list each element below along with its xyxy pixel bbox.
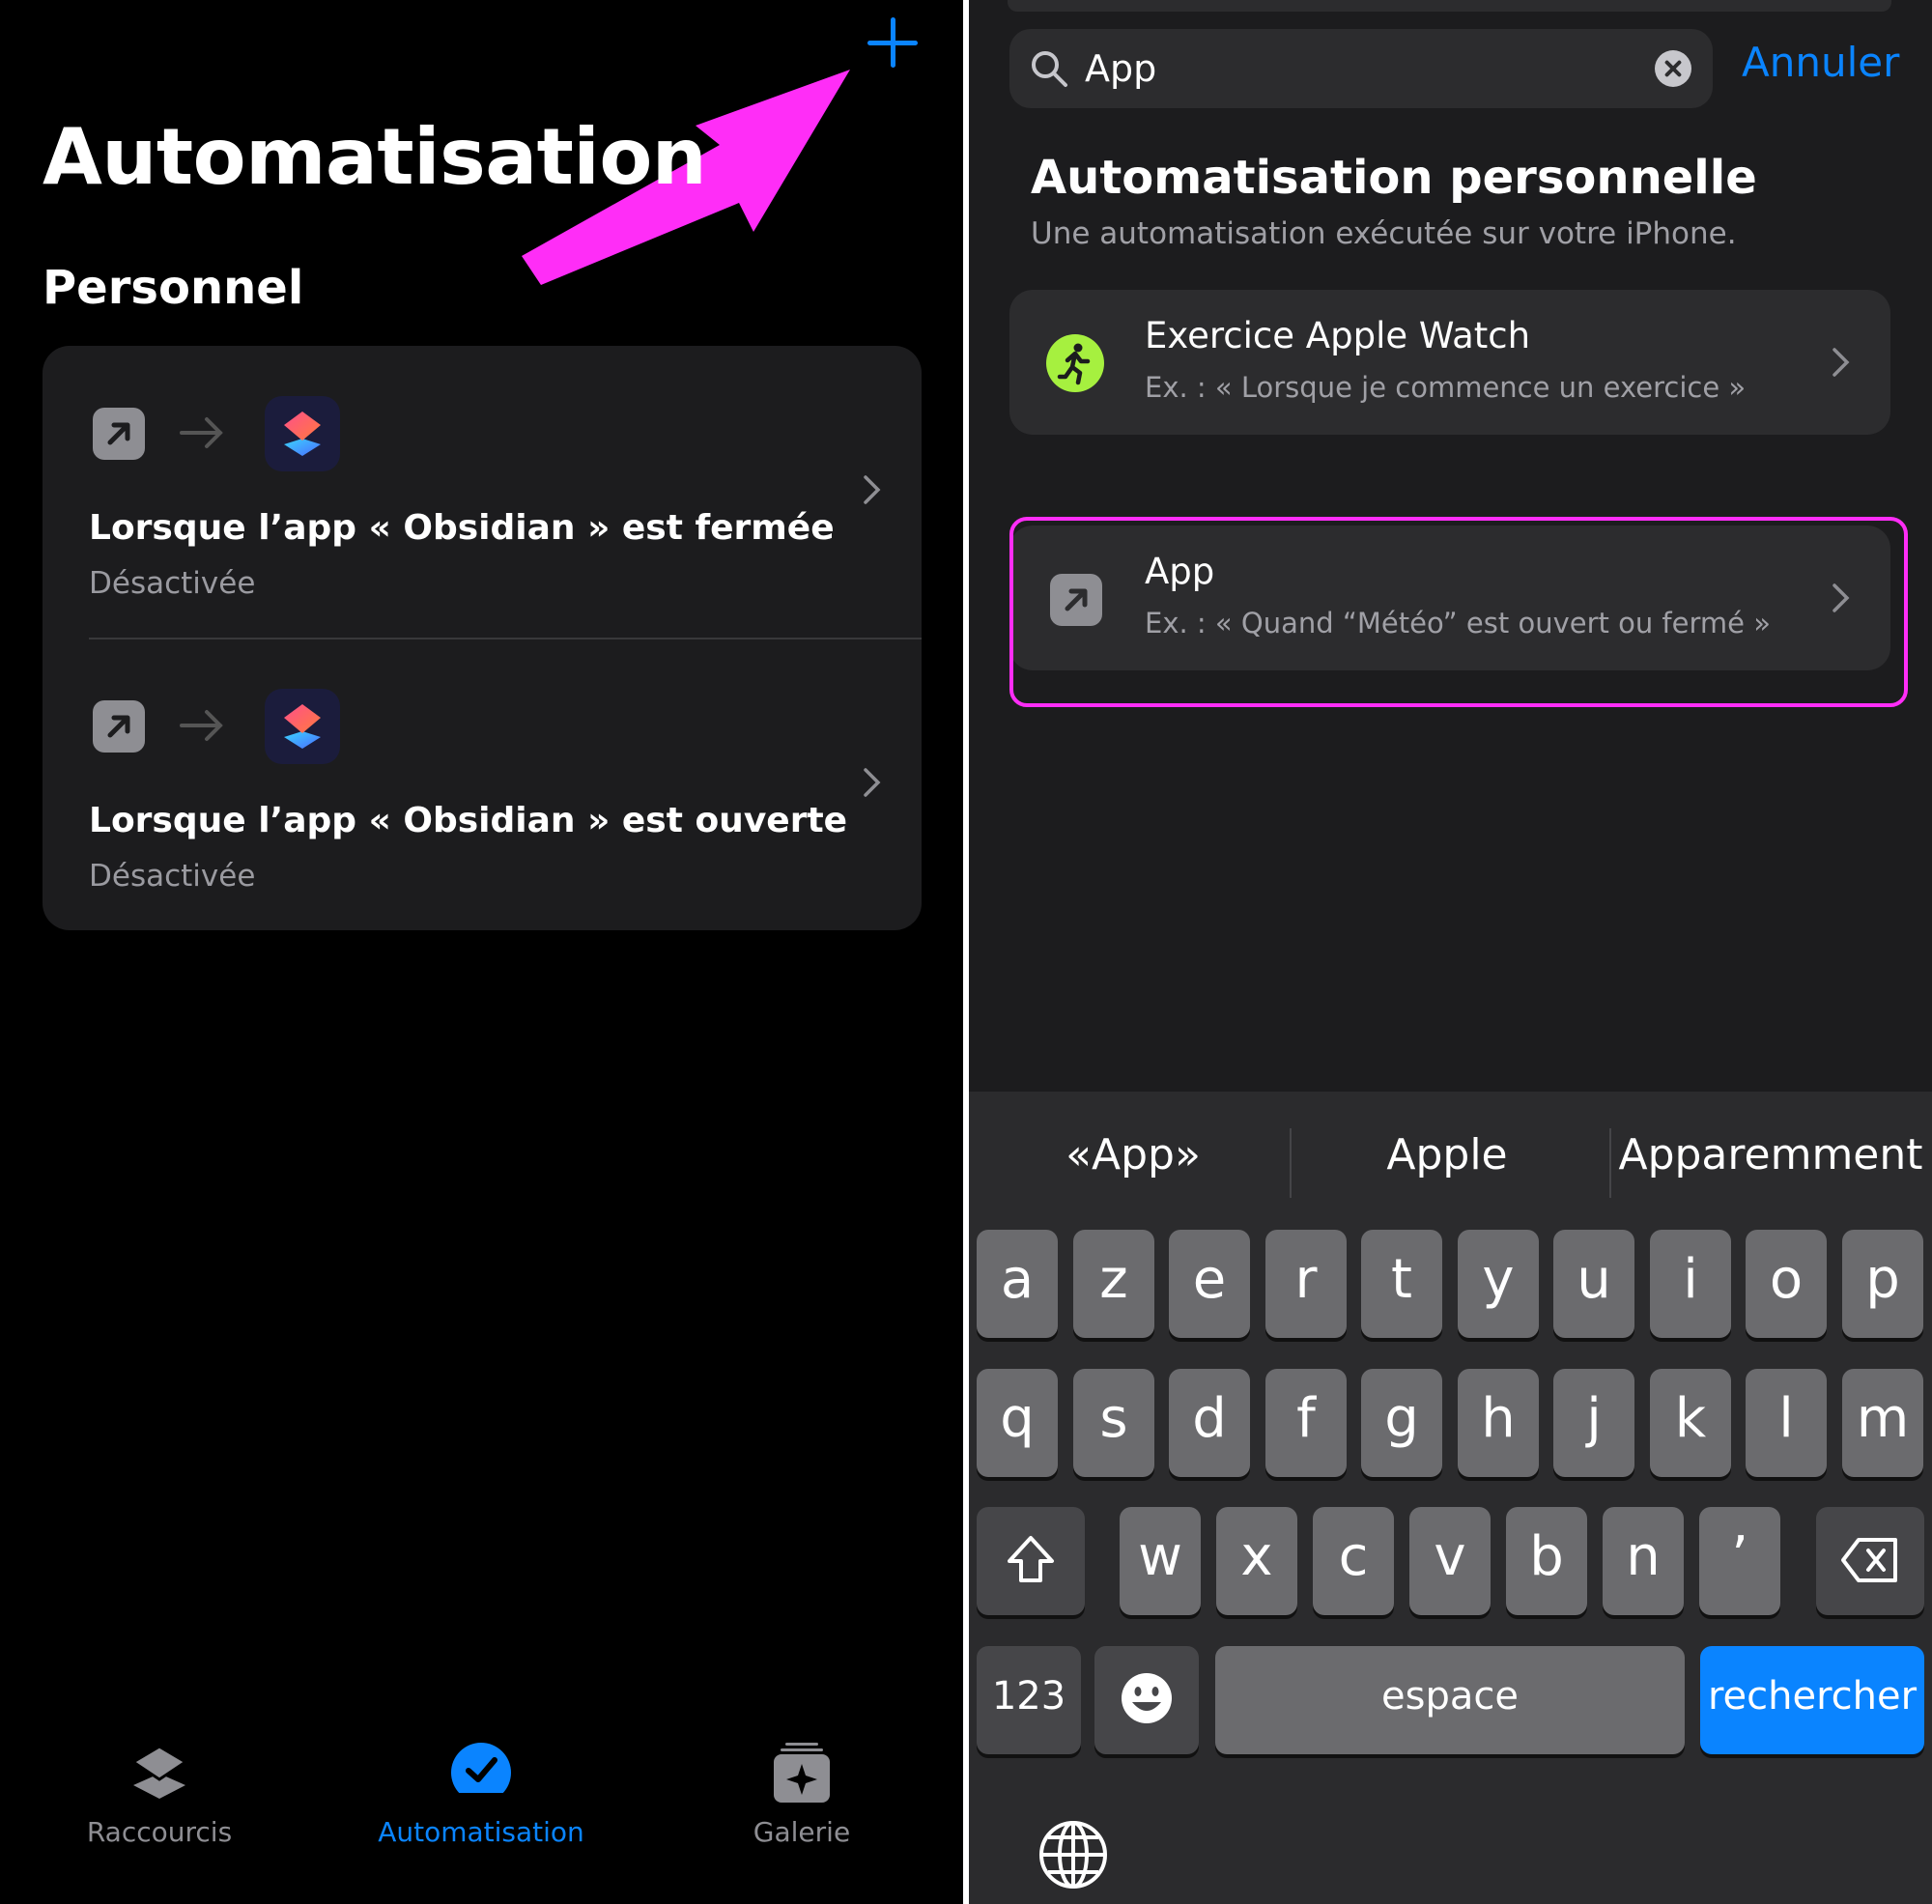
app-open-icon xyxy=(93,408,145,460)
automation-screen: Automatisation Personnel Lorsque l’app «… xyxy=(0,0,963,1904)
automation-row-opened[interactable]: Lorsque l’app « Obsidian » est ouverte D… xyxy=(43,639,922,930)
backspace-key[interactable] xyxy=(1816,1507,1924,1615)
key-k[interactable]: k xyxy=(1650,1369,1731,1477)
option-apple-watch-workout[interactable]: Exercice Apple Watch Ex. : « Lorsque je … xyxy=(1009,290,1890,435)
shift-arrow-icon xyxy=(1008,1536,1054,1582)
option-subtitle: Ex. : « Lorsque je commence un exercice … xyxy=(1145,371,1747,404)
key-z[interactable]: z xyxy=(1073,1230,1154,1338)
key-o[interactable]: o xyxy=(1746,1230,1827,1338)
keyboard: «App» Apple Apparemment a z e r t y u i … xyxy=(969,1092,1932,1904)
tab-bar: Raccourcis Automatisation Galerie xyxy=(0,1739,963,1904)
key-m[interactable]: m xyxy=(1842,1369,1923,1477)
shortcuts-stack-icon xyxy=(130,1745,188,1799)
chevron-right-icon xyxy=(864,768,881,797)
arrow-right-icon xyxy=(180,710,223,741)
key-j[interactable]: j xyxy=(1553,1369,1634,1477)
globe-icon[interactable] xyxy=(1037,1818,1110,1891)
cancel-button[interactable]: Annuler xyxy=(1742,39,1899,86)
arrow-right-icon xyxy=(180,417,223,448)
automation-status: Désactivée xyxy=(89,859,256,894)
key-g[interactable]: g xyxy=(1361,1369,1442,1477)
section-title: Personnel xyxy=(43,261,304,315)
clear-search-icon[interactable] xyxy=(1655,50,1691,87)
app-open-icon xyxy=(93,700,145,753)
tab-label: Automatisation xyxy=(378,1816,584,1848)
automation-row-closed[interactable]: Lorsque l’app « Obsidian » est fermée Dé… xyxy=(43,346,922,638)
tab-label: Galerie xyxy=(753,1816,851,1848)
key-i[interactable]: i xyxy=(1650,1230,1731,1338)
automation-check-icon xyxy=(451,1743,511,1803)
suggestion-3[interactable]: Apparemment xyxy=(1611,1130,1930,1208)
key-r[interactable]: r xyxy=(1265,1230,1347,1338)
chevron-right-icon xyxy=(1833,348,1850,377)
shift-key[interactable] xyxy=(977,1507,1085,1615)
automation-title: Lorsque l’app « Obsidian » est ouverte xyxy=(89,801,848,840)
tab-galerie[interactable]: Galerie xyxy=(676,1739,927,1848)
numbers-key[interactable]: 123 xyxy=(977,1646,1081,1754)
key-s[interactable]: s xyxy=(1073,1369,1154,1477)
search-key[interactable]: rechercher xyxy=(1700,1646,1924,1754)
automation-list: Lorsque l’app « Obsidian » est fermée Dé… xyxy=(43,346,922,930)
page-title: Automatisation xyxy=(43,112,707,202)
emoji-key[interactable] xyxy=(1094,1646,1199,1754)
tab-automatisation[interactable]: Automatisation xyxy=(355,1739,607,1848)
automation-status: Désactivée xyxy=(89,566,256,601)
search-input[interactable] xyxy=(1085,29,1626,108)
key-h[interactable]: h xyxy=(1458,1369,1539,1477)
shortcuts-app-icon xyxy=(265,396,340,471)
runner-icon xyxy=(1046,334,1104,392)
key-u[interactable]: u xyxy=(1553,1230,1634,1338)
key-e[interactable]: e xyxy=(1169,1230,1250,1338)
key-y[interactable]: y xyxy=(1458,1230,1539,1338)
key-t[interactable]: t xyxy=(1361,1230,1442,1338)
key-f[interactable]: f xyxy=(1265,1369,1347,1477)
key-c[interactable]: c xyxy=(1313,1507,1394,1615)
suggestion-2[interactable]: Apple xyxy=(1288,1130,1606,1208)
search-icon xyxy=(1032,51,1067,87)
key-v[interactable]: v xyxy=(1409,1507,1491,1615)
key-w[interactable]: w xyxy=(1120,1507,1201,1615)
key-b[interactable]: b xyxy=(1506,1507,1587,1615)
gallery-sparkle-icon xyxy=(774,1743,830,1803)
sheet-edge xyxy=(1008,0,1891,12)
key-p[interactable]: p xyxy=(1842,1230,1923,1338)
key-l[interactable]: l xyxy=(1746,1369,1827,1477)
key-d[interactable]: d xyxy=(1169,1369,1250,1477)
emoji-icon xyxy=(1122,1673,1172,1723)
backspace-icon xyxy=(1841,1538,1897,1582)
chevron-right-icon xyxy=(864,475,881,504)
space-key[interactable]: espace xyxy=(1215,1646,1685,1754)
automation-title: Lorsque l’app « Obsidian » est fermée xyxy=(89,508,835,548)
search-bar[interactable] xyxy=(1009,29,1713,108)
annotation-highlight-box xyxy=(1009,517,1908,707)
key-q[interactable]: q xyxy=(977,1369,1058,1477)
new-automation-sheet: Annuler Automatisation personnelle Une a… xyxy=(969,0,1932,1904)
shortcuts-app-icon xyxy=(265,689,340,764)
section-title: Automatisation personnelle xyxy=(1031,151,1757,205)
key-n[interactable]: n xyxy=(1603,1507,1684,1615)
key-a[interactable]: a xyxy=(977,1230,1058,1338)
add-automation-plus-icon[interactable] xyxy=(866,15,920,70)
option-title: Exercice Apple Watch xyxy=(1145,315,1531,356)
key-apostrophe[interactable]: ’ xyxy=(1699,1507,1780,1615)
suggestion-1[interactable]: «App» xyxy=(988,1130,1278,1208)
key-x[interactable]: x xyxy=(1216,1507,1297,1615)
tab-raccourcis[interactable]: Raccourcis xyxy=(34,1739,285,1848)
section-subtitle: Une automatisation exécutée sur votre iP… xyxy=(1031,216,1737,251)
tab-label: Raccourcis xyxy=(86,1816,233,1848)
